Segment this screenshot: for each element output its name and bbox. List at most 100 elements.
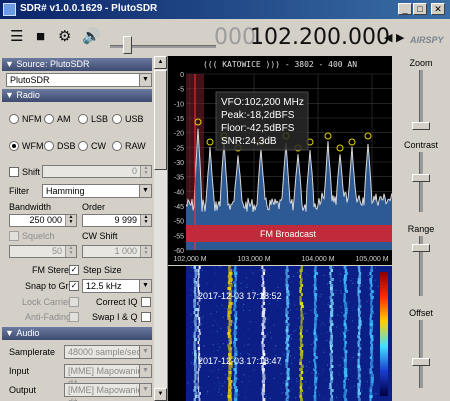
audio-section-header[interactable]: ▼ Audio <box>2 327 152 340</box>
squelch-value: 50 <box>51 246 62 256</box>
menu-icon[interactable]: ☰ <box>10 28 23 46</box>
waterfall-signal-segment <box>233 332 237 335</box>
scroll-down-icon[interactable]: ▼ <box>154 388 167 401</box>
settings-scrollbar[interactable]: ▲ ▼ <box>154 56 167 401</box>
contrast-slider-track[interactable] <box>419 152 423 212</box>
waterfall-signal-segment <box>234 266 237 269</box>
swap-iq-checkbox[interactable] <box>141 312 151 322</box>
waterfall-signal-segment <box>344 329 348 332</box>
mode-cw-radio[interactable] <box>78 141 88 151</box>
waterfall-signal-segment <box>313 293 318 296</box>
waterfall-signal-segment <box>358 305 362 308</box>
range-slider-thumb[interactable] <box>412 244 430 252</box>
filter-select[interactable]: Hamming ▼ <box>42 184 152 198</box>
waterfall-display[interactable]: 2017-12-03 17:18:52 2017-12-03 17:18:47 <box>168 266 392 401</box>
waterfall-signal-segment <box>300 335 303 338</box>
source-section-header[interactable]: ▼ Source: PlutoSDR <box>2 58 152 71</box>
scrollbar-thumb[interactable] <box>154 70 167 170</box>
waterfall-signal-segment <box>227 377 231 380</box>
waterfall-signal-segment <box>357 326 361 329</box>
waterfall-noise <box>329 330 331 332</box>
mode-dsb-radio[interactable] <box>44 141 54 151</box>
maximize-button[interactable]: □ <box>413 3 427 15</box>
waterfall-signal-segment <box>261 332 265 335</box>
waterfall-signal-segment <box>197 347 200 350</box>
waterfall-signal-segment <box>330 350 334 353</box>
source-device-select[interactable]: PlutoSDR ▼ <box>6 73 152 87</box>
y-tick-label: -40 <box>174 189 184 196</box>
samplerate-select[interactable]: 48000 sample/sec ▼ <box>64 345 152 359</box>
offset-label: Offset <box>409 308 433 318</box>
offset-slider-track[interactable] <box>419 320 423 388</box>
tune-right-icon[interactable]: ▶ <box>396 31 404 44</box>
waterfall-signal-segment <box>299 269 303 272</box>
shift-input[interactable]: 0 ▲ ▼ <box>42 165 152 178</box>
waterfall-signal-segment <box>358 338 362 341</box>
waterfall-signal-segment <box>329 383 332 386</box>
anti-fading-checkbox[interactable] <box>69 312 79 322</box>
waterfall-signal-segment <box>227 335 232 338</box>
waterfall-signal-segment <box>370 305 374 308</box>
waterfall-signal-segment <box>285 281 289 284</box>
zoom-slider-thumb[interactable] <box>412 122 430 130</box>
waterfall-signal-segment <box>358 314 361 317</box>
shift-checkbox[interactable] <box>9 167 19 177</box>
mode-lsb-label: LSB <box>91 114 109 124</box>
frequency-display[interactable]: 102.200.000 <box>250 25 390 51</box>
bandwidth-input[interactable]: 250 000 ▲ ▼ <box>9 214 77 227</box>
waterfall-signal-segment <box>285 365 288 368</box>
mode-lsb-radio[interactable] <box>78 114 88 124</box>
waterfall-signal-segment <box>197 386 200 389</box>
spectrum-plot[interactable]: FM Broadcast 0 -5 -10 -15 -20 -25 -30 -35 -40 -45… <box>168 56 392 265</box>
audio-output-select[interactable]: [MME] Mapowanie dź ▼ <box>64 383 152 401</box>
waterfall-noise <box>269 303 271 305</box>
squelch-checkbox[interactable] <box>9 231 19 241</box>
waterfall-signal-segment <box>357 368 362 371</box>
correct-iq-checkbox[interactable] <box>141 297 151 307</box>
waterfall-signal-segment <box>262 386 266 389</box>
waterfall-signal-segment <box>313 290 316 293</box>
mode-nfm-radio[interactable] <box>9 114 19 124</box>
radio-section-header[interactable]: ▼ Radio <box>2 89 152 102</box>
waterfall-signal-segment <box>357 296 360 299</box>
squelch-input[interactable]: 50 ▲ ▼ <box>9 245 77 258</box>
stop-icon[interactable]: ■ <box>36 28 45 46</box>
close-button[interactable]: ✕ <box>431 3 445 15</box>
waterfall-signal-segment <box>286 266 289 269</box>
offset-slider-thumb[interactable] <box>412 358 430 366</box>
lock-carrier-checkbox[interactable] <box>69 297 79 307</box>
order-input[interactable]: 9 999 ▲ ▼ <box>82 214 152 227</box>
audio-input-select[interactable]: [MME] Mapowanie dź ▼ <box>64 364 152 388</box>
mode-usb-radio[interactable] <box>112 114 122 124</box>
waterfall-noise <box>266 335 268 337</box>
mode-wfm-radio[interactable] <box>9 141 19 151</box>
waterfall-signal-segment <box>357 383 361 386</box>
fm-stereo-checkbox[interactable]: ✓ <box>69 265 79 275</box>
spectrum-analyzer[interactable]: FM Broadcast 0 -5 -10 -15 -20 -25 -30 -35 -40 -45… <box>168 56 392 265</box>
zoom-slider-track[interactable] <box>419 70 423 130</box>
waterfall-noise <box>282 382 284 384</box>
mode-am-radio[interactable] <box>44 114 54 124</box>
waterfall-signal-segment <box>330 299 334 302</box>
cw-shift-input[interactable]: 1 000 ▲ ▼ <box>82 245 152 258</box>
snap-to-grid-checkbox[interactable]: ✓ <box>69 281 79 291</box>
waterfall-plot[interactable]: 2017-12-03 17:18:52 2017-12-03 17:18:47 <box>168 266 392 401</box>
waterfall-noise <box>360 344 362 346</box>
waterfall-noise <box>224 307 226 309</box>
waterfall-noise <box>245 386 247 388</box>
step-size-select[interactable]: 12.5 kHz ▼ <box>82 279 152 293</box>
volume-slider-thumb[interactable] <box>123 36 132 54</box>
x-tick-label: 102,000 M <box>173 256 206 263</box>
gear-icon[interactable]: ⚙ <box>58 28 71 46</box>
scroll-up-icon[interactable]: ▲ <box>154 56 167 69</box>
waterfall-noise <box>281 351 283 353</box>
waterfall-noise <box>313 339 315 341</box>
minimize-button[interactable]: _ <box>398 3 412 15</box>
waterfall-noise <box>291 381 293 383</box>
speaker-icon[interactable]: 🔊 <box>82 28 101 46</box>
tune-left-icon[interactable]: ◀ <box>384 31 392 44</box>
source-device-value: PlutoSDR <box>10 75 50 85</box>
mode-raw-radio[interactable] <box>112 141 122 151</box>
contrast-slider-thumb[interactable] <box>412 174 430 182</box>
waterfall-noise <box>371 314 373 316</box>
